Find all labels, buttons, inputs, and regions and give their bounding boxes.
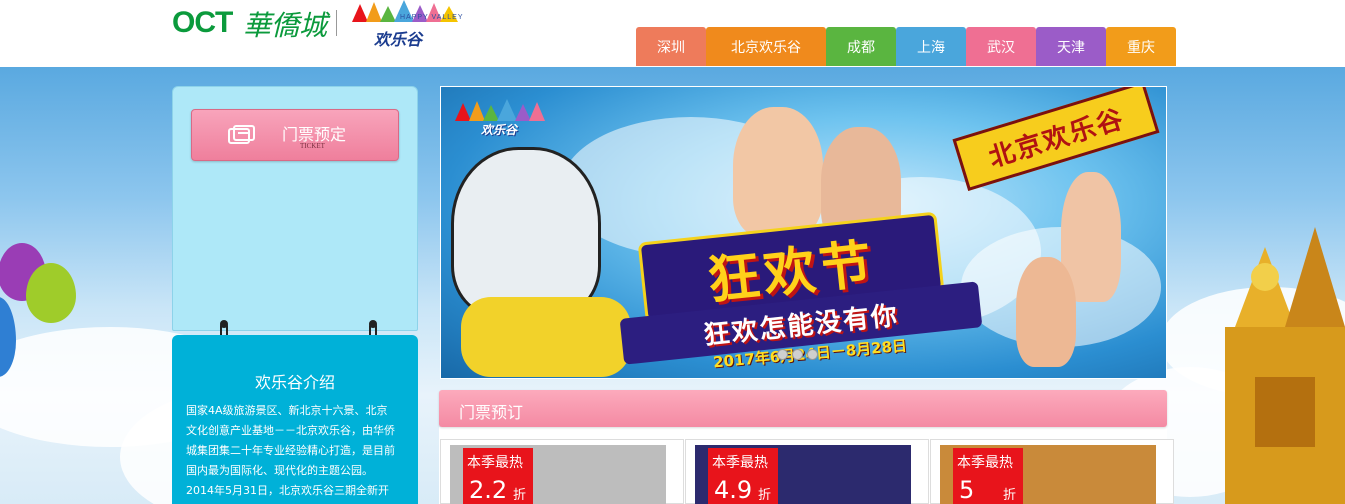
booking-title: 门票预订: [459, 403, 524, 422]
banner-park-tag: 北京欢乐谷: [952, 87, 1160, 192]
ticket-button-sub: TICKET: [300, 142, 325, 150]
discount-badge: 本季最热 2.2 折: [463, 448, 533, 504]
performer-figure: [1016, 257, 1076, 367]
robot-panda-figure: [451, 147, 601, 317]
carousel-dot[interactable]: [792, 349, 803, 360]
oct-logo[interactable]: OCT: [172, 6, 233, 40]
tents-icon: [455, 99, 545, 121]
banner-logo: 欢乐谷: [455, 99, 545, 139]
performer-figure: [733, 107, 823, 237]
ticket-icon: [228, 125, 255, 144]
intro-text: 国家4A级旅游景区、新北京十六景、北京文化创意产业基地－－北京欢乐谷，由华侨城集…: [186, 404, 395, 497]
site-header: OCT 華僑城 HAPPY VALLEY 欢乐谷 深圳 北京欢乐谷 成都 上海 武汉 天津…: [0, 0, 1345, 67]
carousel-dots: [777, 349, 818, 360]
discount-badge: 本季最热 5 折: [953, 448, 1023, 504]
city-nav: 深圳 北京欢乐谷 成都 上海 武汉 天津 重庆: [636, 27, 1176, 66]
carousel-dot[interactable]: [807, 349, 818, 360]
logo-divider: [336, 10, 337, 36]
city-tab[interactable]: 重庆: [1106, 27, 1176, 66]
happy-valley-cn: 欢乐谷: [374, 30, 423, 49]
city-tab[interactable]: 天津: [1036, 27, 1106, 66]
intro-title: 欢乐谷介绍: [254, 373, 335, 392]
city-tab[interactable]: 武汉: [966, 27, 1036, 66]
ticket-booking-button[interactable]: 门票预定 TICKET: [191, 109, 399, 161]
promo-banner[interactable]: 欢乐谷 北京欢乐谷 狂欢节 狂欢怎能没有你 2017年6月24日－8月28日: [440, 86, 1167, 379]
city-tab[interactable]: 深圳: [636, 27, 706, 66]
happy-valley-en: HAPPY VALLEY: [400, 14, 464, 21]
ticket-card[interactable]: 本季最热 5 折: [930, 439, 1174, 504]
booking-section-header: 门票预订: [439, 390, 1167, 427]
city-tab[interactable]: 北京欢乐谷: [706, 27, 826, 66]
balloon-icon: [26, 263, 76, 323]
happy-valley-logo[interactable]: HAPPY VALLEY 欢乐谷: [350, 0, 465, 49]
huaqiaocheng-logo[interactable]: 華僑城: [243, 4, 327, 44]
castle-decoration: [1225, 227, 1345, 504]
boat-riders-figure: [461, 297, 631, 377]
carousel-dot[interactable]: [777, 349, 788, 360]
city-tab[interactable]: 上海: [896, 27, 966, 66]
ticket-card[interactable]: 本季最热 4.9 折: [685, 439, 929, 504]
city-tab[interactable]: 成都: [826, 27, 896, 66]
intro-panel: 欢乐谷介绍 国家4A级旅游景区、新北京十六景、北京文化创意产业基地－－北京欢乐谷…: [172, 335, 418, 504]
ticket-card[interactable]: 本季最热 2.2 折: [440, 439, 684, 504]
discount-badge: 本季最热 4.9 折: [708, 448, 778, 504]
banner-logo-text: 欢乐谷: [481, 123, 518, 137]
